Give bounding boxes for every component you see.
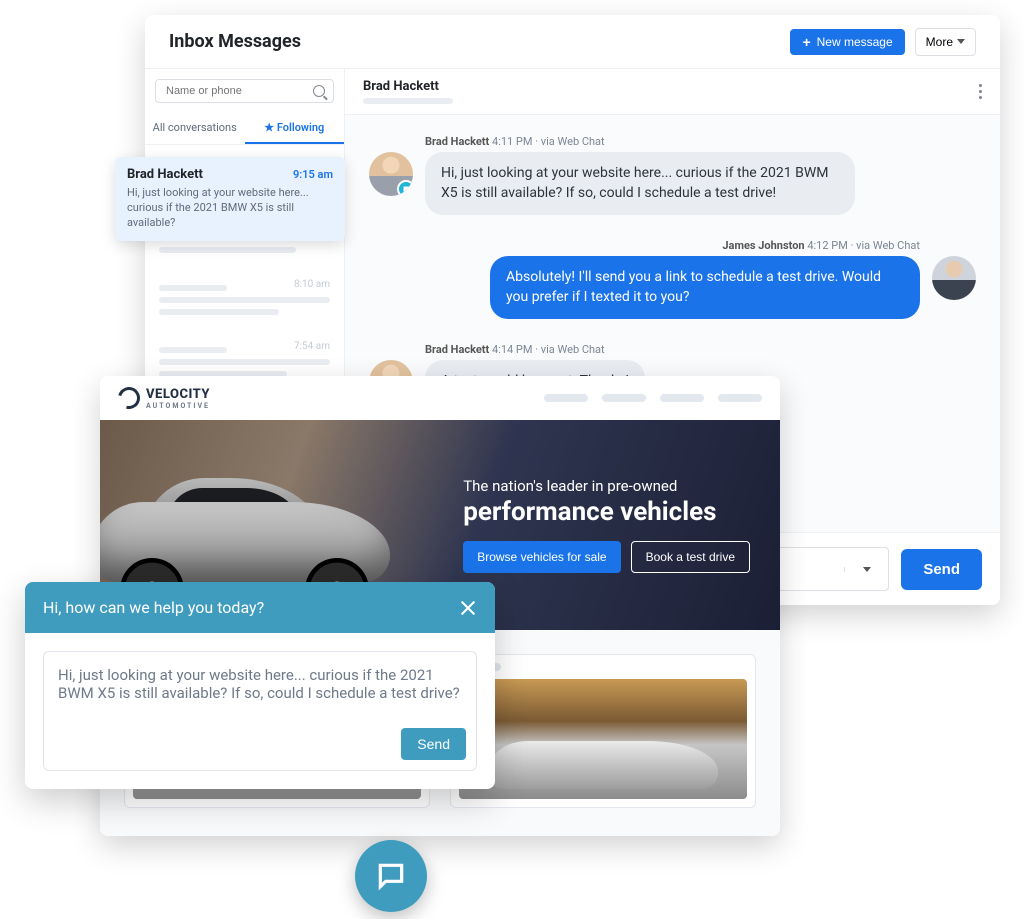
- tab-all-conversations[interactable]: All conversations: [145, 113, 245, 144]
- nav-links-skeleton: [544, 394, 762, 402]
- chat-fab[interactable]: [355, 840, 427, 912]
- search-input[interactable]: [155, 79, 334, 103]
- new-message-button[interactable]: + New message: [790, 29, 904, 55]
- tab-following[interactable]: ★ Following: [245, 113, 345, 144]
- chevron-down-icon: [957, 39, 965, 44]
- send-button[interactable]: Send: [901, 549, 982, 590]
- page-title: Inbox Messages: [169, 31, 301, 52]
- conversation-name: Brad Hackett: [127, 167, 203, 182]
- conversation-selected[interactable]: Brad Hackett 9:15 am Hi, just looking at…: [115, 157, 345, 241]
- chat-widget: Hi, how can we help you today? Hi, just …: [25, 582, 495, 789]
- avatar: [932, 256, 976, 300]
- chat-icon: [375, 860, 407, 892]
- thread-contact-name: Brad Hackett: [363, 79, 453, 94]
- close-icon[interactable]: [459, 599, 477, 617]
- avatar: [369, 152, 413, 196]
- thread-subline-skeleton: [363, 98, 453, 104]
- conversation-preview: Hi, just looking at your website here...…: [127, 186, 333, 231]
- chat-draft-text: Hi, just looking at your website here...…: [58, 666, 460, 702]
- webchat-badge-icon: [397, 180, 413, 196]
- list-item[interactable]: 8:10 am: [145, 269, 344, 331]
- book-test-drive-button[interactable]: Book a test drive: [631, 541, 750, 573]
- vehicle-thumb: [459, 679, 747, 799]
- brand-logo-icon: [114, 383, 144, 413]
- brand-name: VELOCITY: [146, 387, 210, 402]
- conversation-time: 9:15 am: [293, 168, 333, 181]
- channel-dropdown[interactable]: [844, 567, 888, 572]
- star-icon: ★: [264, 121, 274, 134]
- message-bubble: Absolutely! I'll send you a link to sche…: [490, 256, 920, 319]
- hero-lead: The nation's leader in pre-owned: [463, 477, 750, 495]
- thread-header: Brad Hackett: [345, 69, 1000, 115]
- browse-vehicles-button[interactable]: Browse vehicles for sale: [463, 541, 620, 573]
- search-icon: [313, 85, 325, 97]
- chat-input[interactable]: Hi, just looking at your website here...…: [43, 651, 477, 771]
- kebab-icon[interactable]: [979, 84, 982, 99]
- new-message-label: New message: [817, 35, 893, 49]
- more-button[interactable]: More: [915, 28, 976, 56]
- message: Brad Hackett 4:11 PM · via Web Chat Hi, …: [369, 135, 976, 215]
- more-label: More: [926, 35, 953, 49]
- brand-sub: AUTOMOTIVE: [146, 402, 210, 410]
- brand: VELOCITY AUTOMOTIVE: [118, 387, 210, 410]
- chat-send-button[interactable]: Send: [401, 728, 466, 760]
- search-field[interactable]: [164, 84, 313, 98]
- message: James Johnston 4:12 PM · via Web Chat Ab…: [369, 239, 976, 319]
- sidebar-tabs: All conversations ★ Following: [145, 113, 344, 145]
- vehicle-card[interactable]: [450, 654, 756, 808]
- site-nav: VELOCITY AUTOMOTIVE: [100, 376, 780, 420]
- chat-widget-header: Hi, how can we help you today?: [25, 582, 495, 633]
- chat-greeting: Hi, how can we help you today?: [43, 598, 264, 617]
- chevron-down-icon: [863, 567, 871, 572]
- message-bubble: Hi, just looking at your website here...…: [425, 152, 855, 215]
- inbox-header: Inbox Messages + New message More: [145, 15, 1000, 69]
- hero-headline: performance vehicles: [463, 497, 750, 527]
